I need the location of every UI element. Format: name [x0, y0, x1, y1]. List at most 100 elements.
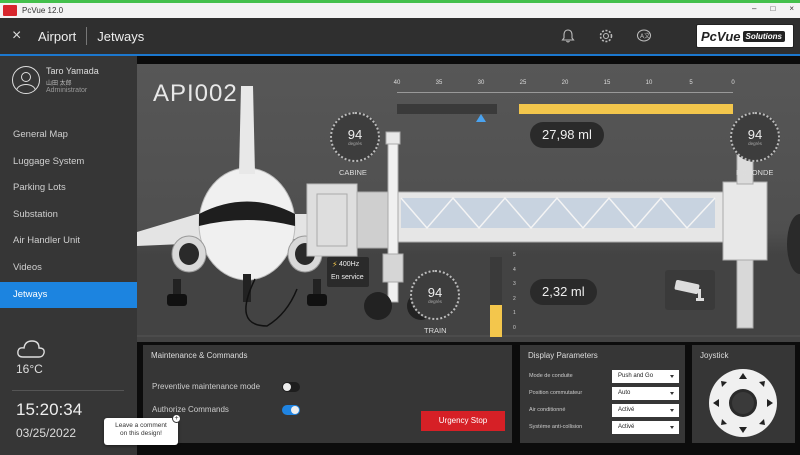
anti-collision-label: Système anti-collision [529, 424, 583, 430]
temperature: 16°C [16, 362, 43, 376]
ruler-tick-label: 40 [393, 80, 401, 86]
clock-time: 15:20:34 [16, 400, 83, 419]
preventive-mode-toggle[interactable] [282, 382, 300, 392]
sidebar-item-videos[interactable]: Videos [0, 255, 137, 282]
close-icon[interactable]: × [12, 27, 26, 45]
sidebar-item-luggage-system[interactable]: Luggage System [0, 149, 137, 176]
preventive-mode-label: Preventive maintenance mode [152, 382, 261, 391]
gauge-label-cabine: CABINE [339, 168, 367, 177]
cloud-icon [17, 340, 45, 358]
gauge-unit: degrés [748, 141, 762, 146]
sidebar-item-jetways[interactable]: Jetways [0, 281, 137, 309]
bell-icon[interactable] [560, 28, 576, 44]
anti-collision-select[interactable]: Activé [612, 421, 679, 434]
user-name-jp: 山田 太郎 [46, 81, 72, 87]
authorize-commands-label: Authorize Commands [152, 405, 229, 414]
camera-icon [674, 279, 704, 301]
height-level-bar [490, 257, 502, 337]
gauge-label-rotonde: ROTONDE [736, 168, 774, 177]
sidebar: Taro Yamada 山田 太郎 Administrator General … [0, 56, 137, 455]
ruler-tick-label: 30 [477, 80, 485, 86]
user-name: Taro Yamada [46, 66, 99, 76]
height-tick-label: 5 [513, 252, 516, 258]
ruler-tick-label: 35 [435, 80, 443, 86]
ruler-tick-label: 15 [603, 80, 611, 86]
breadcrumb-separator [86, 27, 88, 45]
chevron-down-icon [670, 409, 674, 412]
close-window-button[interactable]: × [789, 4, 794, 13]
power-status: ⚡ 400Hz En service [327, 257, 369, 287]
ruler-tick-label: 5 [689, 80, 693, 86]
jetway-scene: API002 40 35 30 25 20 15 10 5 0 94 degré… [137, 64, 800, 342]
chevron-down-icon [670, 426, 674, 429]
chevron-down-icon [670, 392, 674, 395]
height-tick-label: 0 [513, 324, 516, 331]
svg-text:A文: A文 [640, 32, 650, 40]
app-logo-icon [3, 5, 17, 16]
authorize-commands-toggle[interactable] [282, 405, 300, 415]
camera-button[interactable] [665, 270, 715, 310]
gauge-cabine: 94 degrés [330, 112, 380, 162]
joystick-title: Joystick [700, 351, 729, 360]
minimize-button[interactable]: – [752, 4, 756, 13]
sidebar-item-air-handler-unit[interactable]: Air Handler Unit [0, 228, 137, 255]
display-parameters-panel: Display Parameters Mode de conduite Push… [520, 345, 685, 443]
sidebar-item-parking-lots[interactable]: Parking Lots [0, 175, 137, 202]
ruler-marker-icon [476, 114, 486, 122]
ruler-fill [518, 104, 733, 114]
joystick-control[interactable] [707, 367, 779, 439]
gauge-unit: degrés [428, 299, 442, 304]
height-tick-label: 3 [513, 281, 516, 287]
select-value: Activé [618, 407, 635, 413]
select-value: Push and Go [618, 373, 654, 379]
brand-name: PcVue [701, 28, 741, 44]
gauge-unit: degrés [348, 141, 362, 146]
breadcrumb-airport[interactable]: Airport [38, 29, 76, 44]
ruler-tick-label: 20 [561, 80, 569, 86]
urgency-stop-button[interactable]: Urgency Stop [421, 411, 505, 431]
ruler-track [397, 92, 733, 100]
gear-icon[interactable] [598, 28, 614, 44]
height-scale: 5 4 3 2 1 0 [513, 252, 516, 339]
height-tick-label: 2 [513, 295, 516, 302]
position-commutateur-label: Position commutateur [529, 390, 583, 396]
pcvue-logo: PcVue Solutions [696, 24, 794, 48]
maximize-button[interactable]: □ [770, 4, 775, 13]
maintenance-panel: Maintenance & Commands Preventive mainte… [143, 345, 512, 443]
main-content: API002 40 35 30 25 20 15 10 5 0 94 degré… [137, 56, 800, 455]
window-titlebar: PcVue 12.0 – □ × [0, 0, 800, 18]
brand-suffix: Solutions [742, 30, 785, 42]
tooltip-line-1: Leave a comment [115, 422, 167, 429]
joystick-panel: Joystick [692, 345, 795, 443]
mode-conduite-select[interactable]: Push and Go [612, 370, 679, 383]
ruler-tick-label: 25 [519, 80, 527, 86]
chevron-down-icon [670, 375, 674, 378]
comment-tooltip[interactable]: Leave a comment on this design! + [104, 414, 181, 445]
position-commutateur-select[interactable]: Auto [612, 387, 679, 400]
lightning-icon: ⚡ [332, 260, 338, 269]
sidebar-item-substation[interactable]: Substation [0, 202, 137, 229]
height-tick-label: 4 [513, 266, 516, 273]
air-conditionne-select[interactable]: Activé [612, 404, 679, 417]
display-parameters-title: Display Parameters [528, 351, 598, 360]
gauge-value: 94 [347, 127, 363, 142]
gauge-value: 94 [427, 285, 443, 300]
add-comment-icon[interactable]: + [172, 414, 181, 423]
user-role: Administrator [46, 87, 88, 94]
mode-conduite-label: Mode de conduite [529, 373, 573, 379]
power-status-text: En service [331, 274, 364, 281]
gauge-label-train: TRAIN [424, 326, 447, 335]
ruler-tick-label: 10 [645, 80, 653, 86]
gauge-train: 94 degrés [410, 270, 460, 320]
select-value: Activé [618, 424, 635, 430]
breadcrumb-jetways: Jetways [97, 28, 145, 44]
gauge-value: 94 [747, 127, 763, 142]
air-conditionne-label: Air conditionné [529, 407, 566, 413]
distance-top-readout: 27,98 ml [530, 122, 604, 148]
sidebar-nav: General Map Luggage System Parking Lots … [0, 122, 137, 309]
gate-name: API002 [153, 80, 238, 107]
sidebar-item-general-map[interactable]: General Map [0, 122, 137, 149]
power-frequency: 400Hz [339, 261, 360, 268]
sidebar-divider [12, 390, 124, 391]
translate-chat-icon[interactable]: A文 [636, 28, 652, 44]
